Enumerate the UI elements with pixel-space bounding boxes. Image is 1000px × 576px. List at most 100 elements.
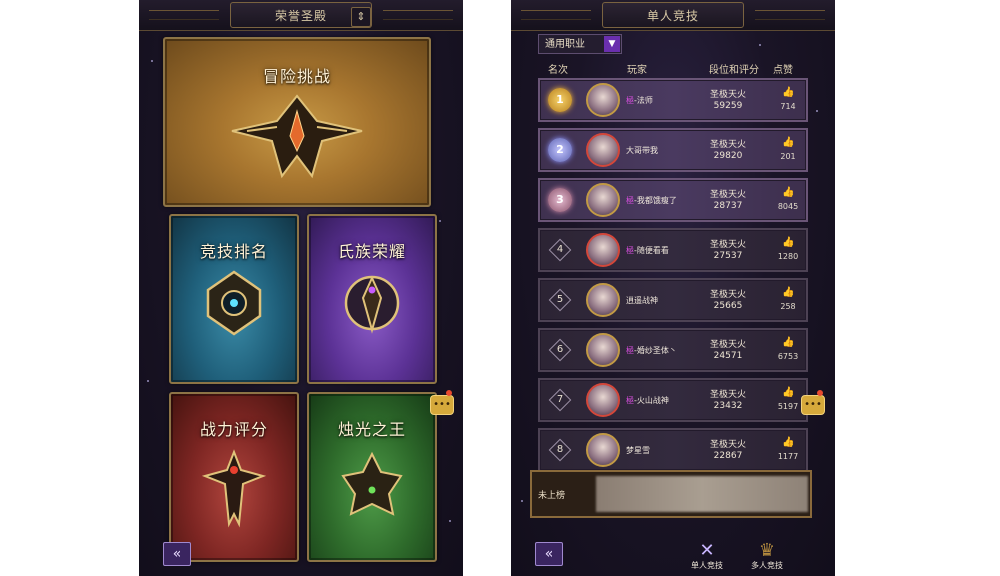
- honor-hall-screen: 荣誉圣殿 ⇕ 冒险挑战 竞技排名 氏族荣耀 战力评分 烛光之王 « •••: [139, 0, 463, 576]
- player-name: 極-我都饿瘦了: [626, 196, 677, 205]
- swap-vertical-icon[interactable]: ⇕: [351, 7, 371, 27]
- avatar[interactable]: [586, 333, 620, 367]
- score: 27537: [713, 251, 743, 261]
- like-count: 201: [780, 152, 796, 161]
- tier-name: 圣极天火: [709, 140, 746, 150]
- leaderboard-row[interactable]: 7 極-火山战神 圣极天火 23432 👍 5197: [538, 378, 808, 422]
- player-name: 極-法师: [626, 96, 653, 105]
- score: 22867: [713, 451, 743, 461]
- thumbs-up-icon[interactable]: 👍: [782, 187, 794, 199]
- avatar[interactable]: [586, 283, 620, 317]
- thumbs-up-icon[interactable]: 👍: [782, 137, 794, 149]
- leaderboard-row[interactable]: 3 極-我都饿瘦了 圣极天火 28737 👍 8045: [538, 178, 808, 222]
- clan-glory-card[interactable]: 氏族荣耀: [307, 214, 437, 384]
- like-count: 714: [780, 102, 796, 111]
- avatar[interactable]: [586, 183, 620, 217]
- card-label: 冒险挑战: [262, 67, 331, 86]
- crest-emblem-icon: [341, 451, 403, 516]
- top-bar: 单人竞技: [511, 0, 835, 31]
- avatar[interactable]: [586, 83, 620, 117]
- star: [816, 110, 818, 112]
- chat-bubble-icon[interactable]: •••: [430, 395, 454, 415]
- leaderboard-row[interactable]: 6 極-婚纱圣体丶 圣极天火 24571 👍 6753: [538, 328, 808, 372]
- rank-medal-bronze: 3: [548, 188, 572, 212]
- leaderboard-row[interactable]: 5 逍遥战神 圣极天火 25665 👍 258: [538, 278, 808, 322]
- tab-multi-arena[interactable]: ♛ 多人竞技: [751, 540, 783, 571]
- thumbs-up-icon[interactable]: 👍: [782, 87, 794, 99]
- column-header-tier-score: 段位和评分: [709, 65, 759, 76]
- rank-medal-gold: 1: [548, 88, 572, 112]
- chevron-down-icon[interactable]: ▼: [604, 36, 620, 52]
- single-arena-screen: 单人竞技 通用职业 ▼ 名次 玩家 段位和评分 点赞 1 極-法师 圣极天火 5…: [511, 0, 835, 576]
- notification-dot: [817, 390, 823, 396]
- blurred-player-info: [596, 476, 808, 512]
- avatar[interactable]: [586, 383, 620, 417]
- tier-name: 圣极天火: [709, 240, 746, 250]
- eye-emblem-icon: [206, 270, 262, 336]
- class-filter-dropdown[interactable]: 通用职业 ▼: [538, 34, 622, 54]
- class-filter-value: 通用职业: [545, 39, 585, 50]
- header-ornament: [383, 10, 453, 20]
- star: [439, 220, 441, 222]
- tab-label: 多人竞技: [751, 561, 783, 570]
- leaderboard-row[interactable]: 4 極-随便看看 圣极天火 27537 👍 1280: [538, 228, 808, 272]
- star: [759, 44, 761, 46]
- unranked-label: 未上榜: [538, 491, 566, 501]
- score: 23432: [713, 401, 743, 411]
- crown-emblem-icon: [231, 94, 363, 179]
- card-label: 战力评分: [199, 420, 268, 439]
- crossed-swords-icon: ✕: [699, 540, 715, 561]
- score: 59259: [713, 101, 743, 111]
- player-name: 梦星雪: [626, 446, 650, 455]
- card-label: 氏族荣耀: [337, 242, 406, 261]
- star: [449, 520, 451, 522]
- thumbs-up-icon[interactable]: 👍: [782, 437, 794, 449]
- tier-name: 圣极天火: [709, 440, 746, 450]
- rank-number-badge: 6: [548, 338, 572, 362]
- avatar[interactable]: [586, 233, 620, 267]
- thumbs-up-icon[interactable]: 👍: [782, 237, 794, 249]
- avatar[interactable]: [586, 133, 620, 167]
- score: 28737: [713, 201, 743, 211]
- tier-name: 圣极天火: [709, 390, 746, 400]
- tab-single-arena[interactable]: ✕ 单人竞技: [691, 540, 723, 571]
- leaderboard-row[interactable]: 2 大哥带我 圣极天火 29820 👍 201: [538, 128, 808, 172]
- rank-number-badge: 5: [548, 288, 572, 312]
- thumbs-up-icon[interactable]: 👍: [782, 287, 794, 299]
- header-ornament: [521, 10, 591, 20]
- my-rank-row: 未上榜: [530, 470, 812, 518]
- thumbs-up-icon[interactable]: 👍: [782, 337, 794, 349]
- like-count: 1177: [777, 452, 799, 461]
- thumbs-up-icon[interactable]: 👍: [782, 387, 794, 399]
- leaderboard-row[interactable]: 1 極-法师 圣极天火 59259 👍 714: [538, 78, 808, 122]
- power-rating-card[interactable]: 战力评分: [169, 392, 299, 562]
- avatar[interactable]: [586, 433, 620, 467]
- shield-emblem-icon: [344, 275, 400, 334]
- card-label: 烛光之王: [337, 420, 406, 439]
- column-header-likes: 点赞: [773, 65, 793, 76]
- crown-icon: ♛: [758, 540, 776, 561]
- tier-name: 圣极天火: [709, 90, 746, 100]
- chat-bubble-icon[interactable]: •••: [801, 395, 825, 415]
- card-label: 竞技排名: [199, 242, 268, 261]
- header-ornament: [149, 10, 219, 20]
- rank-number-badge: 7: [548, 388, 572, 412]
- star: [147, 380, 149, 382]
- like-count: 6753: [777, 352, 799, 361]
- back-button[interactable]: «: [535, 542, 563, 566]
- like-count: 1280: [777, 252, 799, 261]
- adventure-challenge-card[interactable]: 冒险挑战: [163, 37, 431, 207]
- player-name: 極-婚纱圣体丶: [626, 346, 677, 355]
- leaderboard-row[interactable]: 8 梦星雪 圣极天火 22867 👍 1177: [538, 428, 808, 472]
- top-bar: 荣誉圣殿 ⇕: [139, 0, 463, 31]
- sword-emblem-icon: [201, 449, 267, 528]
- player-name: 逍遥战神: [626, 296, 658, 305]
- score: 25665: [713, 301, 743, 311]
- like-count: 258: [780, 302, 796, 311]
- star: [521, 500, 523, 502]
- arena-ranking-card[interactable]: 竞技排名: [169, 214, 299, 384]
- header-ornament: [755, 10, 825, 20]
- candlelight-king-card[interactable]: 烛光之王: [307, 392, 437, 562]
- tier-name: 圣极天火: [709, 340, 746, 350]
- back-button[interactable]: «: [163, 542, 191, 566]
